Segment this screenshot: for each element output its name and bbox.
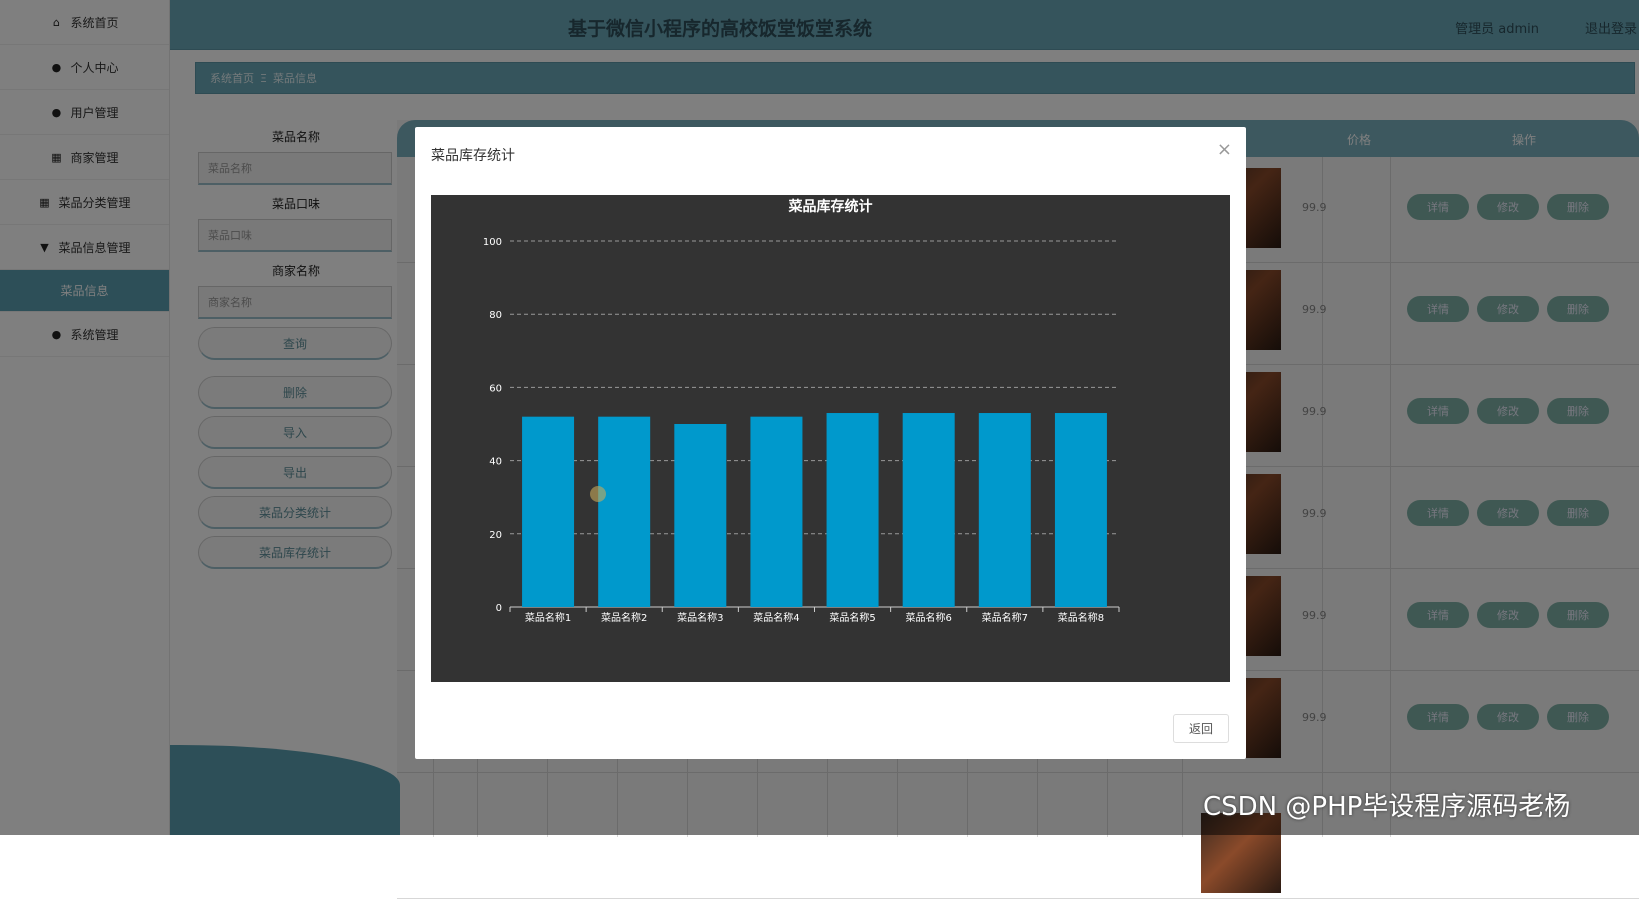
stock-stats-dialog: 菜品库存统计 × 菜品库存统计 0 20 40 60 80 100 菜品名称1 菜品名称2 菜品名… bbox=[415, 127, 1246, 759]
chart-bar bbox=[750, 416, 803, 607]
x-tick-label: 菜品名称2 bbox=[601, 611, 647, 624]
chart-bar bbox=[674, 424, 727, 607]
chart-bar bbox=[598, 416, 651, 607]
y-tick-label: 40 bbox=[489, 457, 502, 468]
chart-title: 菜品库存统计 bbox=[788, 198, 873, 215]
back-button[interactable]: 返回 bbox=[1173, 714, 1229, 743]
close-icon[interactable]: × bbox=[1217, 139, 1232, 160]
chart-bar bbox=[522, 416, 575, 607]
chart-bar bbox=[902, 413, 955, 607]
y-tick-label: 20 bbox=[489, 530, 502, 541]
watermark: CSDN @PHP毕设程序源码老杨 bbox=[1203, 792, 1571, 822]
y-tick-label: 80 bbox=[489, 310, 502, 321]
x-tick-label: 菜品名称6 bbox=[906, 611, 952, 624]
mouse-cursor bbox=[590, 486, 606, 502]
stock-bar-chart: 菜品库存统计 0 20 40 60 80 100 菜品名称1 菜品名称2 菜品名称3 菜品名称4 菜品… bbox=[483, 198, 1120, 624]
x-tick-label: 菜品名称5 bbox=[829, 611, 875, 624]
chart-bar bbox=[978, 413, 1031, 607]
x-tick-label: 菜品名称1 bbox=[525, 611, 571, 624]
chart-container: 菜品库存统计 0 20 40 60 80 100 菜品名称1 菜品名称2 菜品名称3 菜品名称4 菜品… bbox=[431, 195, 1230, 682]
y-tick-label: 60 bbox=[489, 383, 502, 394]
x-tick-label: 菜品名称4 bbox=[753, 611, 799, 624]
y-tick-label: 100 bbox=[483, 237, 502, 248]
x-tick-label: 菜品名称7 bbox=[982, 611, 1028, 624]
x-tick-label: 菜品名称3 bbox=[677, 611, 723, 624]
chart-bar bbox=[826, 413, 879, 607]
dialog-title: 菜品库存统计 bbox=[431, 148, 515, 164]
y-tick-label: 0 bbox=[496, 603, 502, 614]
x-tick-label: 菜品名称8 bbox=[1058, 611, 1104, 624]
chart-bar bbox=[1054, 413, 1107, 607]
